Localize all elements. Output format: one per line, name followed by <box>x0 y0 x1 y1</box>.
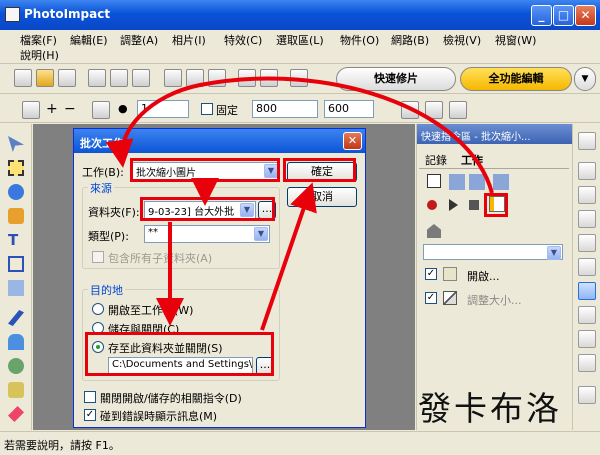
annotation-arrows <box>105 76 494 331</box>
